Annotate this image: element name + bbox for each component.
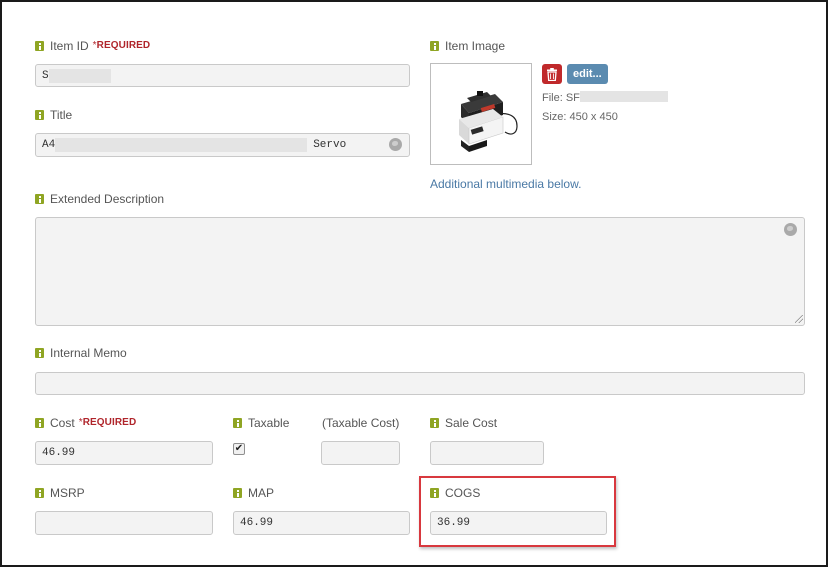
- info-icon[interactable]: [35, 194, 44, 204]
- taxable-label: Taxable: [233, 416, 289, 430]
- item-image-label: Item Image: [430, 39, 505, 53]
- title-value-suffix: Servo: [313, 139, 347, 151]
- internal-memo-label-text: Internal Memo: [50, 346, 127, 360]
- sale-cost-input[interactable]: [430, 441, 544, 465]
- cost-value: 46.99: [42, 447, 76, 459]
- info-icon[interactable]: [35, 41, 44, 51]
- delete-image-button[interactable]: [542, 64, 562, 84]
- item-id-label-text: Item ID: [50, 39, 89, 53]
- info-icon[interactable]: [35, 488, 44, 498]
- image-file-label: File: SF: [542, 92, 580, 104]
- item-id-value: S: [42, 69, 49, 82]
- item-edit-form: Item ID *REQUIRED S Title A4 Servo Item …: [0, 0, 828, 567]
- required-marker: *REQUIRED: [78, 417, 137, 428]
- globe-icon[interactable]: [784, 223, 797, 236]
- image-size: Size: 450 x 450: [542, 111, 618, 123]
- map-label-text: MAP: [248, 486, 275, 500]
- redacted-text: [48, 68, 111, 83]
- redacted-text: [579, 91, 668, 102]
- info-icon[interactable]: [233, 488, 242, 498]
- map-value: 46.99: [240, 517, 274, 529]
- internal-memo-input[interactable]: [35, 372, 805, 395]
- check-mark-icon: ✔: [234, 443, 244, 454]
- internal-memo-label: Internal Memo: [35, 346, 127, 360]
- image-file-name: File: SF: [542, 91, 668, 104]
- title-value-prefix: A4: [42, 139, 56, 151]
- msrp-label-text: MSRP: [50, 486, 85, 500]
- trash-icon: [547, 67, 557, 81]
- cogs-highlight-box: [419, 476, 616, 547]
- sale-cost-label-text: Sale Cost: [445, 416, 498, 430]
- cost-label-text: Cost: [50, 416, 75, 430]
- item-id-input[interactable]: S: [35, 64, 410, 87]
- msrp-label: MSRP: [35, 486, 85, 500]
- taxable-label-text: Taxable: [248, 416, 290, 430]
- extended-description-label-text: Extended Description: [50, 192, 165, 206]
- item-image-thumbnail[interactable]: [430, 63, 532, 165]
- edit-image-button[interactable]: edit...: [567, 64, 608, 84]
- required-text: REQUIRED: [96, 40, 151, 51]
- title-label-text: Title: [50, 108, 73, 122]
- extended-description-textarea[interactable]: [35, 217, 805, 326]
- info-icon[interactable]: [35, 418, 44, 428]
- sale-cost-label: Sale Cost: [430, 416, 497, 430]
- map-label: MAP: [233, 486, 274, 500]
- cost-label: Cost *REQUIRED: [35, 416, 136, 430]
- info-icon[interactable]: [430, 418, 439, 428]
- item-image-label-text: Item Image: [445, 39, 506, 53]
- msrp-input[interactable]: [35, 511, 213, 535]
- map-input[interactable]: 46.99: [233, 511, 410, 535]
- extended-description-label: Extended Description: [35, 192, 164, 206]
- info-icon[interactable]: [233, 418, 242, 428]
- resize-handle[interactable]: [795, 315, 803, 323]
- additional-multimedia-link[interactable]: Additional multimedia below.: [430, 177, 581, 191]
- required-marker: *REQUIRED: [92, 40, 151, 51]
- required-text: REQUIRED: [82, 417, 137, 428]
- title-input[interactable]: A4 Servo: [35, 133, 410, 157]
- info-icon[interactable]: [35, 348, 44, 358]
- servo-image: [459, 91, 518, 152]
- taxable-cost-label: (Taxable Cost): [322, 416, 400, 430]
- taxable-cost-input[interactable]: [321, 441, 400, 465]
- globe-icon[interactable]: [389, 138, 402, 151]
- item-id-label: Item ID *REQUIRED: [35, 39, 150, 53]
- title-label: Title: [35, 108, 72, 122]
- info-icon[interactable]: [430, 41, 439, 51]
- redacted-text: [55, 138, 308, 152]
- info-icon[interactable]: [35, 110, 44, 120]
- cost-input[interactable]: 46.99: [35, 441, 213, 465]
- taxable-checkbox[interactable]: ✔: [233, 443, 245, 455]
